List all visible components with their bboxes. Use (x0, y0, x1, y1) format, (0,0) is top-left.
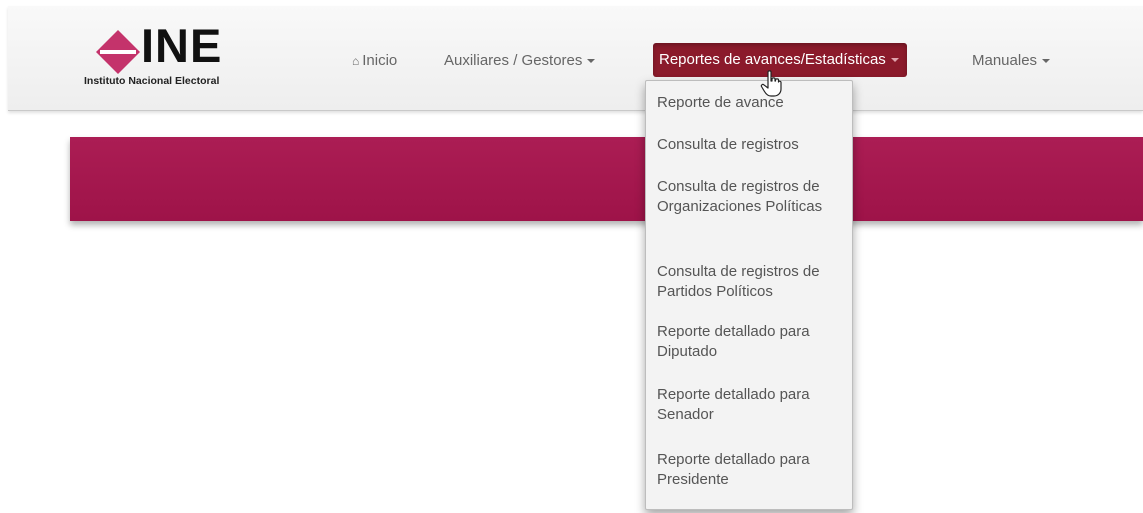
ine-logo[interactable]: INE Instituto Nacional Electoral (84, 19, 284, 92)
menu-item-consulta-partidos[interactable]: Consulta de registros de Partidos Políti… (657, 262, 847, 302)
menu-item-reporte-diputado[interactable]: Reporte detallado para Diputado (657, 322, 847, 362)
nav-manuales-label: Manuales (972, 52, 1038, 69)
reportes-dropdown-menu: Reporte de avance Consulta de registros … (645, 80, 853, 510)
ine-diamond-logo-icon (96, 30, 140, 74)
nav-manuales[interactable]: Manuales (972, 44, 1051, 78)
caret-down-icon (587, 59, 596, 64)
caret-down-icon (890, 58, 899, 63)
menu-item-reporte-senador[interactable]: Reporte detallado para Senador (657, 385, 847, 425)
top-navbar: INE Instituto Nacional Electoral ⌂ Inicio… (8, 6, 1143, 111)
menu-item-reporte-presidente[interactable]: Reporte detallado para Presidente (657, 450, 847, 490)
menu-item-reporte-avance[interactable]: Reporte de avance (657, 93, 847, 113)
nav-reportes-label: Reportes de avances/Estadísticas (659, 51, 886, 68)
menu-item-consulta-registros[interactable]: Consulta de registros (657, 135, 847, 155)
logo-wordmark: INE (141, 19, 223, 72)
nav-auxiliares-gestores[interactable]: Auxiliares / Gestores (444, 44, 596, 78)
nav-inicio[interactable]: ⌂ Inicio (352, 44, 397, 78)
logo-subtitle: Instituto Nacional Electoral (84, 75, 220, 87)
caret-down-icon (1042, 59, 1051, 64)
nav-auxiliares-label: Auxiliares / Gestores (444, 52, 583, 69)
banner-shading (70, 137, 1143, 221)
menu-item-consulta-organizaciones[interactable]: Consulta de registros de Organizaciones … (657, 177, 847, 217)
hand-pointer-cursor-icon (760, 70, 782, 97)
page-header-banner (70, 137, 1143, 221)
nav-inicio-label: Inicio (362, 52, 398, 69)
home-icon: ⌂ (352, 54, 360, 68)
